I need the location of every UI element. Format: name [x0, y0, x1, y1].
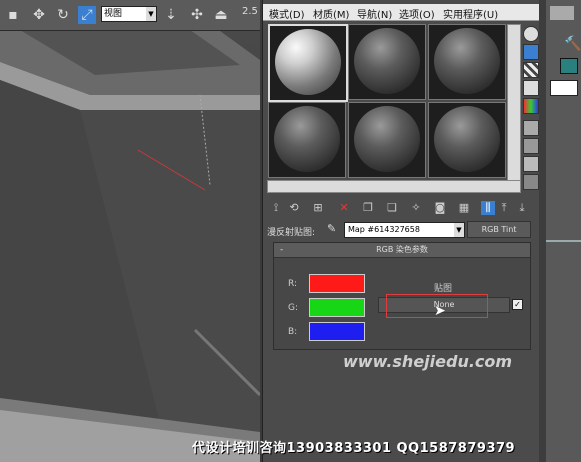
- go-forward-sibling-icon[interactable]: ⤓: [515, 201, 529, 215]
- assign-material-icon[interactable]: ⊞: [311, 201, 325, 215]
- watermark: www.shejiedu.com: [343, 352, 513, 371]
- material-slot-5[interactable]: [348, 102, 426, 178]
- collapse-icon[interactable]: -: [280, 243, 283, 257]
- viewport-scene: [0, 20, 260, 462]
- rollout-title: RGB 染色参数: [376, 245, 428, 254]
- mouse-cursor-icon: ➤: [434, 303, 446, 319]
- menu-bar: 模式(D) 材质(M) 导航(N) 选项(O) 实用程序(U): [263, 4, 547, 21]
- put-material-icon[interactable]: ⟲: [287, 201, 301, 215]
- material-slot-4[interactable]: [268, 102, 346, 178]
- menu-utilities[interactable]: 实用程序(U): [443, 6, 498, 21]
- menu-navigation[interactable]: 导航(N): [357, 6, 392, 21]
- reset-map-icon[interactable]: ✕: [337, 201, 351, 215]
- map-enable-checkbox[interactable]: ✓: [512, 299, 523, 310]
- menu-material[interactable]: 材质(M): [313, 6, 349, 21]
- blue-channel-label: B:: [288, 327, 298, 337]
- keyboard-shortcut-icon[interactable]: ⏏: [212, 6, 230, 24]
- options-icon[interactable]: [523, 138, 539, 154]
- pick-material-eyedropper-icon[interactable]: ✎: [327, 222, 336, 235]
- video-color-check-icon[interactable]: [523, 98, 539, 114]
- go-to-parent-icon[interactable]: ⤒: [497, 201, 511, 215]
- background-icon[interactable]: [523, 62, 539, 78]
- chevron-down-icon: ▼: [454, 223, 464, 237]
- get-material-icon[interactable]: ⟟: [269, 201, 283, 215]
- map-name-dropdown[interactable]: Map #6143276​58 ▼: [344, 222, 465, 238]
- diffuse-map-label: 漫反射贴图:: [267, 228, 316, 238]
- sample-type-icon[interactable]: [523, 26, 539, 42]
- material-editor-window: 模式(D) 材质(M) 导航(N) 选项(O) 实用程序(U) ⟟ ⟲ ⊞ ✕ …: [262, 0, 547, 462]
- scale-icon[interactable]: ⤢: [78, 6, 96, 24]
- panel-tab-icon[interactable]: [550, 6, 574, 20]
- copy-material-icon[interactable]: ❐: [361, 201, 375, 215]
- red-color-swatch[interactable]: [309, 274, 365, 293]
- viewport-toolbar: ▪ ✥ ↻ ⤢ 视图 ▼ ⇣ ✣ ⏏ 2.5: [0, 0, 260, 31]
- reference-coordinate-dropdown[interactable]: 视图 ▼: [101, 6, 157, 22]
- material-slot-6[interactable]: [428, 102, 506, 178]
- menu-mode[interactable]: 模式(D): [269, 6, 305, 21]
- backlight-icon[interactable]: [523, 44, 539, 60]
- sample-sphere: [275, 29, 341, 95]
- command-panel: 🔨: [546, 0, 581, 462]
- sample-sphere: [274, 106, 340, 172]
- material-map-navigator-icon[interactable]: [523, 174, 539, 190]
- slot-vertical-scrollbar[interactable]: [507, 24, 521, 182]
- selection-icon[interactable]: ▪: [4, 6, 22, 24]
- green-channel-label: G:: [288, 303, 299, 313]
- material-slot-2[interactable]: [348, 24, 426, 100]
- panel-dropdown[interactable]: [550, 80, 578, 96]
- select-and-manipulate-icon[interactable]: ✣: [188, 6, 206, 24]
- make-unique-icon[interactable]: ❏: [385, 201, 399, 215]
- panel-divider: [546, 240, 581, 242]
- map-type-button[interactable]: RGB Tint: [467, 221, 531, 238]
- map-name-value: Map #6143276​58: [348, 225, 420, 234]
- show-map-in-viewport-icon[interactable]: ▦: [457, 201, 471, 215]
- footer-caption: 代设计培训咨询13903833301 QQ1587879379: [192, 441, 516, 456]
- hammer-icon[interactable]: 🔨: [564, 36, 581, 52]
- material-slot-3[interactable]: [428, 24, 506, 100]
- sample-uv-tiling-icon[interactable]: [523, 80, 539, 96]
- sample-sphere: [354, 106, 420, 172]
- pivot-icon[interactable]: ⇣: [162, 6, 180, 24]
- menu-options[interactable]: 选项(O): [399, 6, 435, 21]
- chevron-down-icon: ▼: [146, 7, 156, 21]
- slot-horizontal-scrollbar[interactable]: [267, 180, 521, 193]
- move-icon[interactable]: ✥: [30, 6, 48, 24]
- snap-toggle-label: 2.5: [242, 6, 258, 17]
- material-slot-1[interactable]: [268, 24, 348, 102]
- green-color-swatch[interactable]: [309, 298, 365, 317]
- put-to-library-icon[interactable]: ✧: [409, 201, 423, 215]
- rotate-icon[interactable]: ↻: [54, 6, 72, 24]
- 3d-viewport[interactable]: ▪ ✥ ↻ ⤢ 视图 ▼ ⇣ ✣ ⏏ 2.5: [0, 0, 260, 462]
- show-end-result-icon[interactable]: ⫼: [481, 201, 495, 215]
- sample-sphere: [434, 28, 500, 94]
- red-channel-label: R:: [288, 279, 298, 289]
- select-by-material-icon[interactable]: [523, 156, 539, 172]
- maps-group-title: 贴图: [434, 284, 453, 294]
- make-preview-icon[interactable]: [523, 120, 539, 136]
- rollout-header[interactable]: - RGB 染色参数: [274, 243, 530, 258]
- material-id-channel-icon[interactable]: ◙: [433, 201, 447, 215]
- reference-coordinate-value: 视图: [104, 9, 123, 19]
- sample-sphere: [354, 28, 420, 94]
- sample-sphere: [434, 106, 500, 172]
- color-swatch-icon[interactable]: [560, 58, 578, 74]
- rgb-tint-parameters-rollout: - RGB 染色参数 R: G: B: 贴图 None ➤ ✓: [273, 242, 531, 350]
- blue-color-swatch[interactable]: [309, 322, 365, 341]
